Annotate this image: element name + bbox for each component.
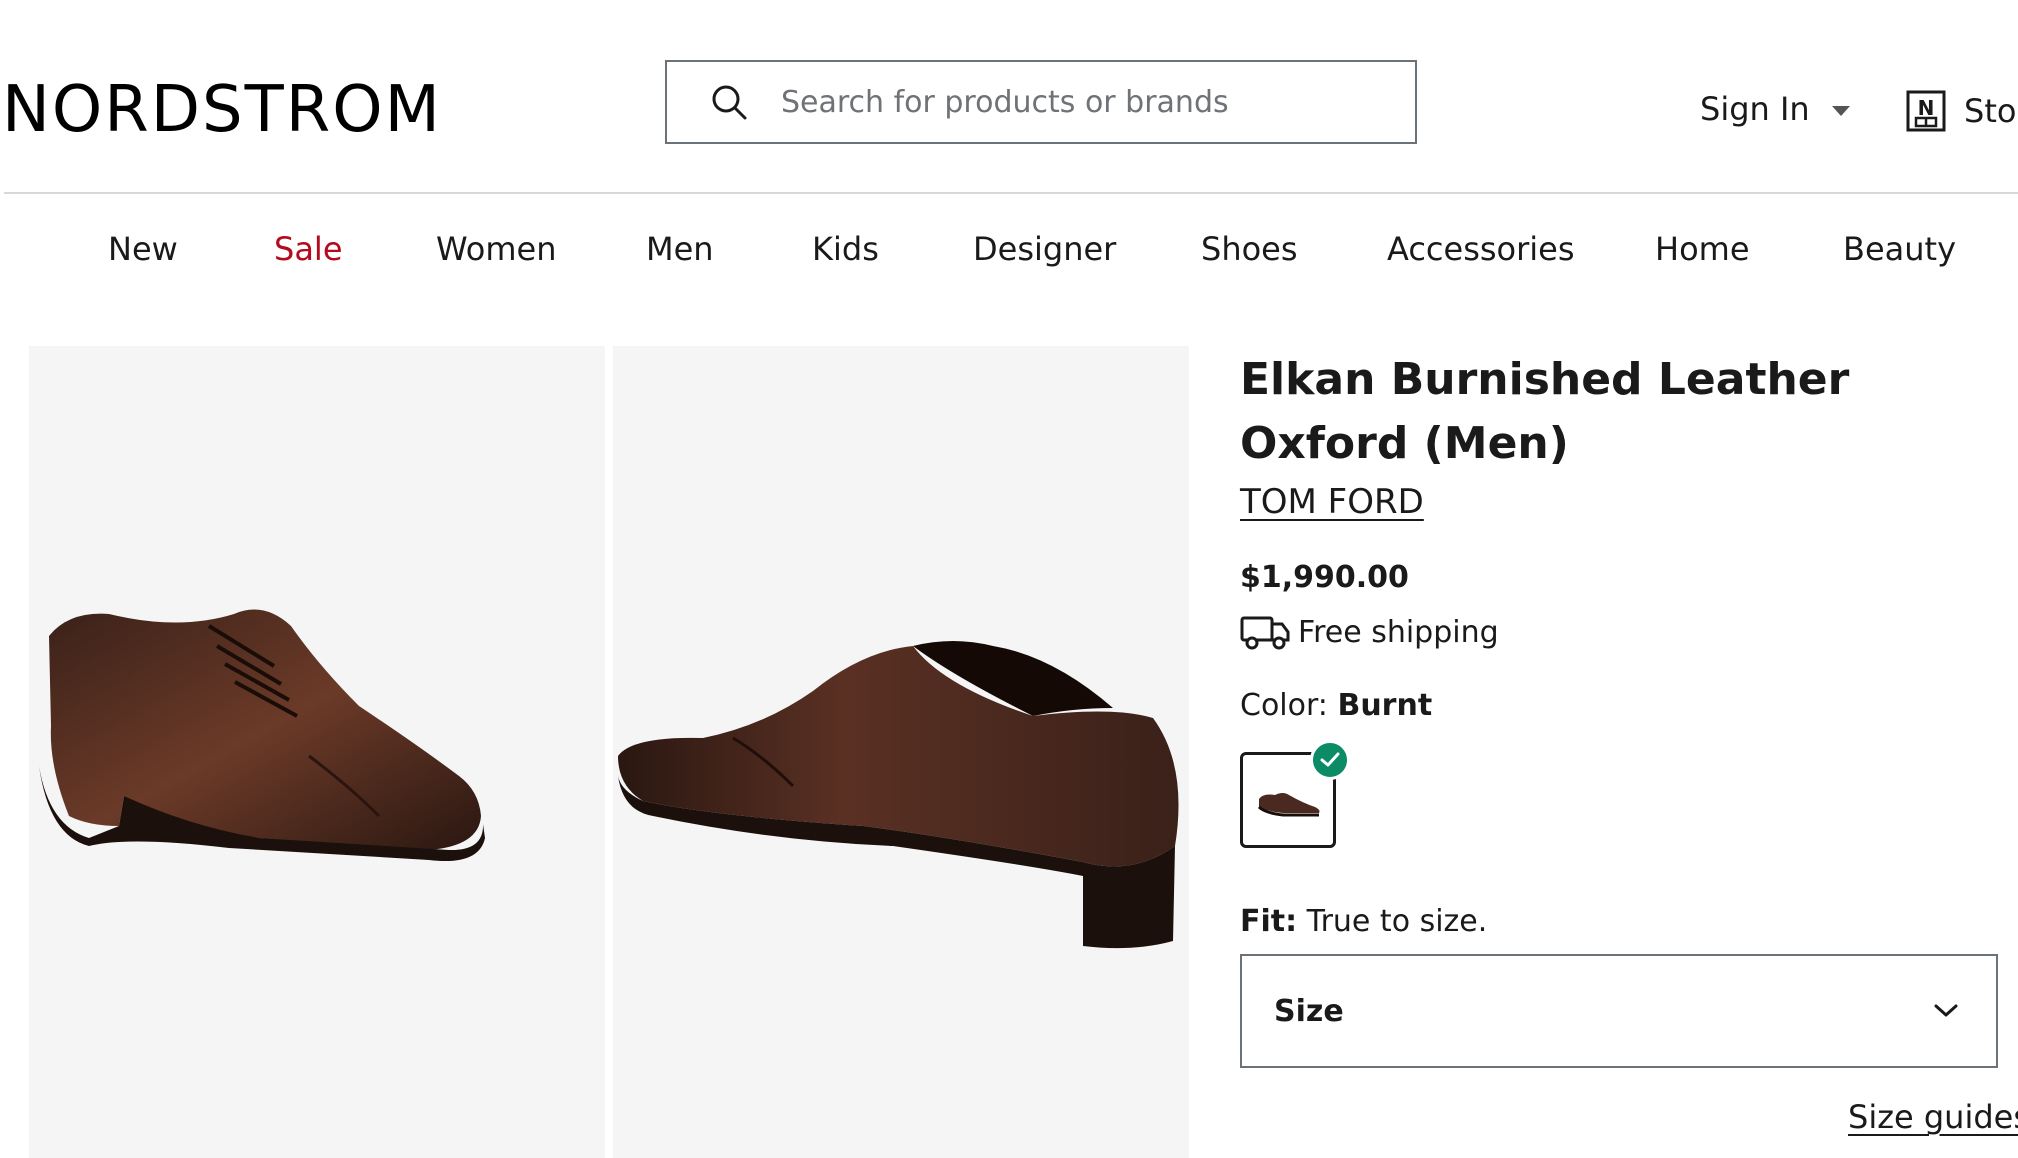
color-selection: Color: Burnt bbox=[1240, 688, 1432, 723]
selected-check-icon bbox=[1310, 740, 1350, 780]
stores-label: Stores bbox=[1964, 92, 2018, 130]
fit-info: Fit: True to size. bbox=[1240, 904, 1487, 939]
product-image-front[interactable] bbox=[29, 346, 605, 1158]
nav-item-new[interactable]: New bbox=[108, 230, 178, 268]
nav-item-beauty[interactable]: Beauty bbox=[1843, 230, 1956, 268]
chevron-down-icon bbox=[1831, 106, 1850, 116]
oxford-shoe-image bbox=[39, 609, 485, 862]
nav-item-shoes[interactable]: Shoes bbox=[1201, 230, 1298, 268]
product-image-side[interactable] bbox=[613, 346, 1189, 1158]
nordstrom-logo[interactable]: NORDSTROM bbox=[2, 72, 442, 148]
product-price: $1,990.00 bbox=[1240, 560, 1409, 595]
oxford-shoe-side-image bbox=[618, 641, 1179, 949]
nav-item-sale[interactable]: Sale bbox=[274, 230, 343, 268]
color-value: Burnt bbox=[1337, 688, 1433, 723]
nav-item-women[interactable]: Women bbox=[436, 230, 556, 268]
color-label: Color: bbox=[1240, 688, 1328, 723]
stores-link[interactable]: N Stores bbox=[1906, 90, 2018, 132]
shipping-label: Free shipping bbox=[1298, 614, 1499, 650]
sign-in-menu[interactable]: Sign In bbox=[1700, 90, 1850, 128]
free-shipping-info: Free shipping bbox=[1240, 614, 1499, 650]
fit-value: True to size. bbox=[1306, 904, 1488, 939]
nav-item-men[interactable]: Men bbox=[646, 230, 714, 268]
search-bar[interactable] bbox=[665, 60, 1417, 144]
size-dropdown[interactable]: Size bbox=[1240, 954, 1998, 1068]
sign-in-label: Sign In bbox=[1700, 90, 1810, 128]
nav-item-designer[interactable]: Designer bbox=[973, 230, 1116, 268]
svg-text:N: N bbox=[1918, 96, 1935, 120]
nav-item-accessories[interactable]: Accessories bbox=[1387, 230, 1575, 268]
header-divider bbox=[4, 192, 2018, 194]
chevron-down-icon bbox=[1934, 1004, 1958, 1017]
nav-item-home[interactable]: Home bbox=[1655, 230, 1750, 268]
nav-item-kids[interactable]: Kids bbox=[812, 230, 879, 268]
main-nav: New Sale Women Men Kids Designer Shoes A… bbox=[0, 230, 2018, 280]
fit-label: Fit: bbox=[1240, 904, 1298, 939]
size-guides-link[interactable]: Size guides bbox=[1848, 1098, 2018, 1136]
search-input[interactable] bbox=[779, 83, 1383, 121]
product-title: Elkan Burnished Leather Oxford (Men) bbox=[1240, 354, 1850, 469]
brand-link[interactable]: TOM FORD bbox=[1240, 482, 1424, 522]
store-icon: N bbox=[1906, 90, 1946, 132]
search-icon[interactable] bbox=[709, 82, 749, 122]
truck-icon bbox=[1240, 616, 1290, 650]
size-label: Size bbox=[1274, 993, 1344, 1029]
